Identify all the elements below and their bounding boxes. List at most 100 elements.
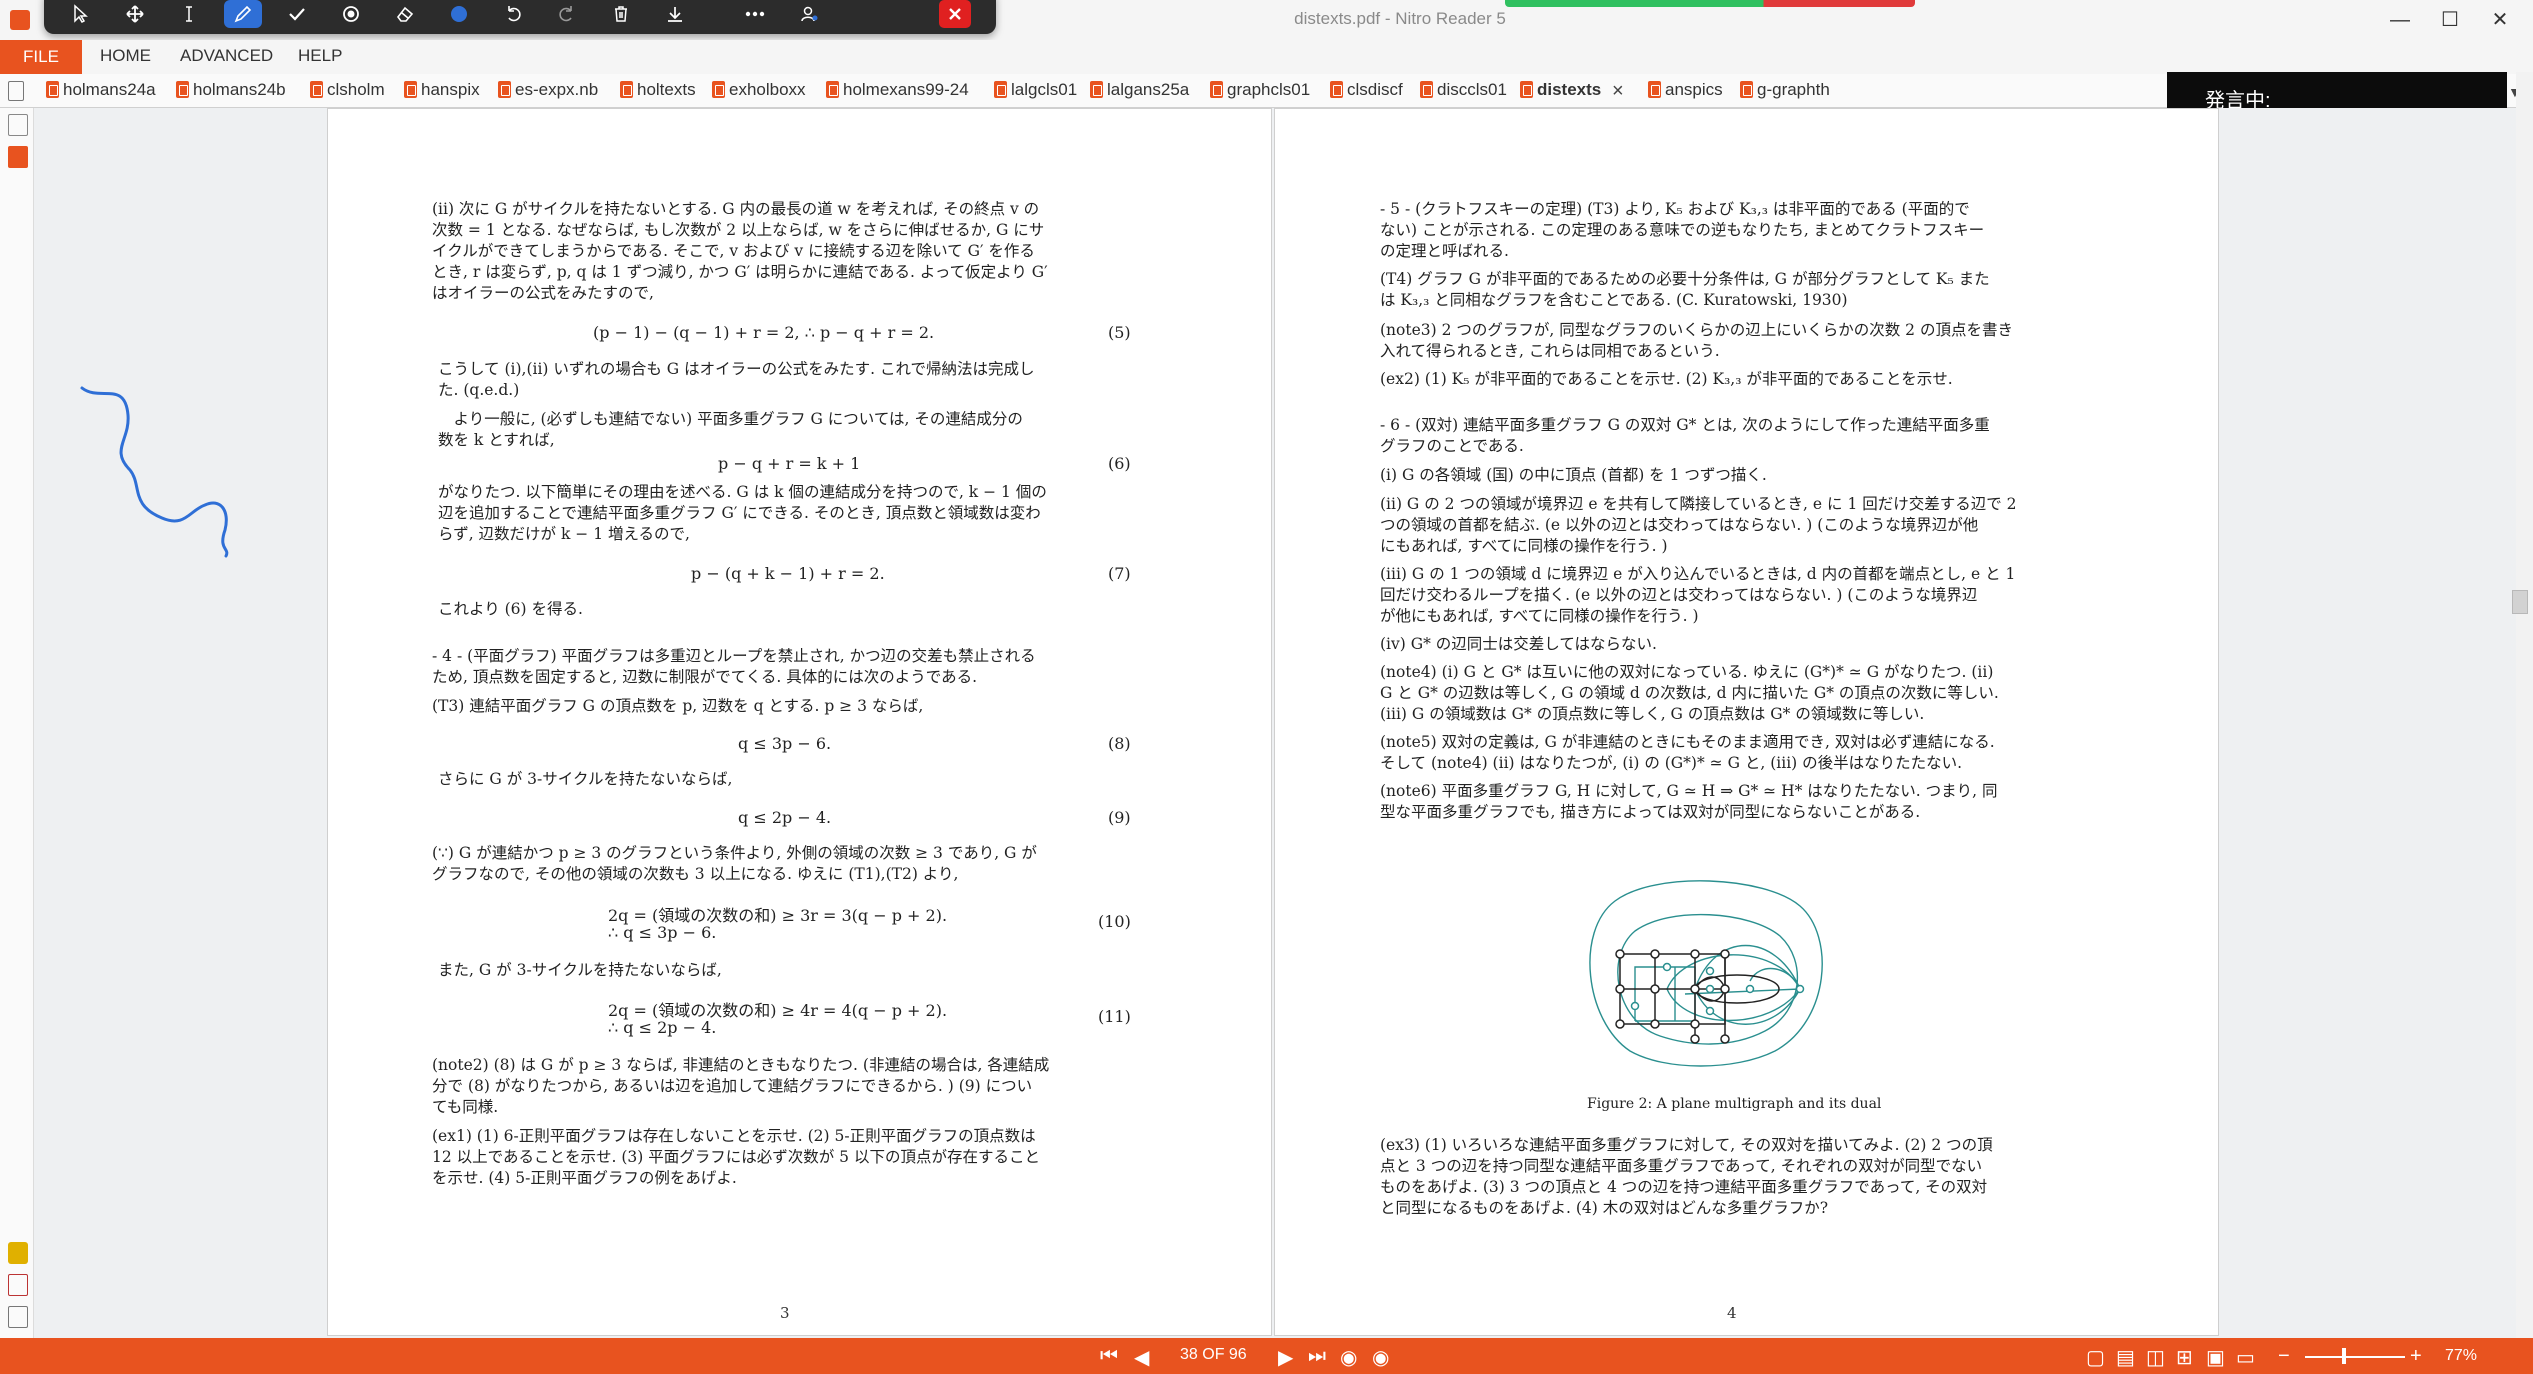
doc-tab-active[interactable]: distexts <box>1520 80 1601 104</box>
text-line: (iii) G の 1 つの領域 d に境界辺 e が入り込んでいるときは, d… <box>1380 565 2016 583</box>
text-line: 分で (8) がなりたつから, あるいは辺を追加して連結グラフにできるから. )… <box>432 1077 1033 1095</box>
exercise-3: (ex3) (1) いろいろな連結平面多重グラフに対して, その双対を描いてみよ… <box>1380 1135 2120 1219</box>
para-also: また, G が 3-サイクルを持たないならば, <box>438 961 722 979</box>
vertical-scrollbar[interactable] <box>2516 72 2533 1338</box>
undo-icon[interactable] <box>494 0 532 28</box>
tts-status-bar <box>1505 0 1915 7</box>
text-line: 入れて得られるとき, これらは同相であるという. <box>1380 342 1720 360</box>
nitro-logo-icon[interactable] <box>10 10 30 30</box>
exercise-2: (ex2) (1) K₅ が非平面的であることを示せ. (2) K₃,₃ が非平… <box>1380 370 1953 388</box>
zoom-in-icon[interactable]: + <box>2410 1345 2422 1368</box>
window-title: distexts.pdf - Nitro Reader 5 <box>1294 9 1506 28</box>
delete-icon[interactable] <box>602 0 640 28</box>
color-dot-icon[interactable] <box>440 0 478 28</box>
previous-page-icon[interactable]: ◀ <box>1134 1345 1149 1370</box>
text-line: とき, r は変らず, p, q は 1 ずつ減り, かつ G′ は明らかに連結… <box>432 263 1048 281</box>
text-line: (ex1) (1) 6-正則平面グラフは存在しないことを示せ. (2) 5-正則… <box>432 1127 1036 1145</box>
equation-11-therefore: ∴ q ≤ 2p − 4. <box>608 1018 717 1037</box>
doc-tab[interactable]: es-expx.nb <box>498 80 598 104</box>
zoom-slider-thumb[interactable] <box>2342 1348 2346 1364</box>
zoom-out-icon[interactable]: − <box>2278 1345 2290 1368</box>
more-icon[interactable] <box>736 0 774 28</box>
doc-tab[interactable]: holmans24a <box>46 80 156 104</box>
text-cursor-icon[interactable] <box>170 0 208 28</box>
next-page-icon[interactable]: ▶ <box>1278 1345 1293 1370</box>
pdf-icon <box>1520 81 1533 98</box>
pages-icon[interactable] <box>8 146 28 168</box>
pan-icon[interactable] <box>116 0 154 28</box>
doc-tab[interactable]: disccls01 <box>1420 80 1507 104</box>
text-line: 回だけ交わるループを描く. (e 以外の辺とは交わってはならない. ) (このよ… <box>1380 586 1978 604</box>
doc-tab[interactable]: lalgcls01 <box>994 80 1077 104</box>
page-indicator[interactable]: 38 OF 96 <box>1180 1346 1247 1364</box>
eraser-icon[interactable] <box>386 0 424 28</box>
pdf-icon <box>1420 81 1433 98</box>
output-icon[interactable] <box>8 1306 28 1328</box>
text-line: 辺を追加することで連結平面多重グラフ G′ にできる. そのとき, 頂点数と領域… <box>438 504 1041 522</box>
bookmarks-icon[interactable] <box>8 114 28 136</box>
fit-page-icon[interactable]: ▣ <box>2206 1345 2225 1370</box>
go-back-icon[interactable]: ◉ <box>1340 1345 1357 1370</box>
page-thumbnail-icon[interactable] <box>8 81 24 101</box>
doc-tab[interactable]: clsholm <box>310 80 385 104</box>
comments-icon[interactable] <box>8 1242 28 1264</box>
download-icon[interactable] <box>656 0 694 28</box>
account-icon[interactable] <box>790 0 828 28</box>
doc-tab[interactable]: g-graphth <box>1740 80 1830 104</box>
facing-view-icon[interactable]: ◫ <box>2146 1345 2165 1370</box>
text-line: ても同様. <box>432 1098 499 1116</box>
doc-tab[interactable]: lalgans25a <box>1090 80 1189 104</box>
text-line: 型な平面多重グラフでも, 描き方によっては双対が同型にならないことがある. <box>1380 803 1921 821</box>
doc-tab[interactable]: hanspix <box>404 80 480 104</box>
doc-tab-label: holmans24a <box>63 80 156 99</box>
tab-help[interactable]: HELP <box>298 46 342 66</box>
pen-annotation-stroke[interactable] <box>70 380 250 570</box>
text-line: 次数 = 1 となる. なぜならば, もし次数が 2 以上ならば, w をさらに… <box>432 221 1045 239</box>
figure-caption: Figure 2: A plane multigraph and its dua… <box>1587 1096 1882 1112</box>
doc-tab[interactable]: clsdiscf <box>1330 80 1403 104</box>
doc-tab[interactable]: exholboxx <box>712 80 806 104</box>
page-number: 4 <box>1727 1304 1737 1322</box>
para-qed: こうして (i),(ii) いずれの場合も G はオイラーの公式をみたす. これ… <box>438 359 1168 401</box>
equation-number: (11) <box>1098 1007 1131 1026</box>
maximize-button[interactable]: ☐ <box>2430 4 2470 36</box>
last-page-icon[interactable]: ⏭ <box>1308 1345 1326 1368</box>
zoom-level[interactable]: 77% <box>2445 1347 2477 1365</box>
stamp-icon[interactable] <box>332 0 370 28</box>
doc-tab[interactable]: holmexans99-24 <box>826 80 969 104</box>
scrollbar-thumb[interactable] <box>2512 590 2528 614</box>
close-icon[interactable] <box>939 0 971 28</box>
text-line: (note3) 2 つのグラフが, 同型なグラフのいくらかの辺上にいくらかの次数… <box>1380 321 2013 339</box>
doc-tab[interactable]: anspics <box>1648 80 1723 104</box>
pdf-icon <box>498 81 511 98</box>
pen-icon[interactable] <box>224 0 262 28</box>
doc-tab-label: holtexts <box>637 80 696 99</box>
tab-file[interactable]: FILE <box>0 40 82 74</box>
first-page-icon[interactable]: ⏮ <box>1100 1345 1118 1368</box>
text-line: ものをあげよ. (3) 3 つの頂点と 4 つの辺を持つ連結平面多重グラフであっ… <box>1380 1178 1988 1196</box>
attachments-icon[interactable] <box>8 1274 28 1296</box>
go-forward-icon[interactable]: ◉ <box>1372 1345 1389 1370</box>
select-arrow-icon[interactable] <box>62 0 100 28</box>
tab-home[interactable]: HOME <box>100 46 151 66</box>
redo-icon[interactable] <box>548 0 586 28</box>
doc-tab-label: distexts <box>1537 80 1602 99</box>
continuous-view-icon[interactable]: ▤ <box>2116 1345 2135 1370</box>
facing-continuous-view-icon[interactable]: ⊞ <box>2176 1345 2193 1370</box>
doc-tab[interactable]: graphcls01 <box>1210 80 1310 104</box>
single-page-view-icon[interactable]: ▢ <box>2086 1345 2105 1370</box>
close-tab-icon[interactable]: × <box>1612 80 1624 103</box>
zoom-slider[interactable] <box>2305 1356 2405 1358</box>
doc-tab[interactable]: holmans24b <box>176 80 286 104</box>
fit-width-icon[interactable]: ▭ <box>2236 1345 2255 1370</box>
section-5: - 5 - (クラトフスキーの定理) (T3) より, K₅ および K₃,₃ … <box>1380 199 2120 262</box>
tab-advanced[interactable]: ADVANCED <box>180 46 273 66</box>
doc-tab-label: es-expx.nb <box>515 80 599 99</box>
minimize-button[interactable]: — <box>2380 4 2420 36</box>
text-line: と同型になるものをあげよ. (4) 木の双対はどんな多重グラフか? <box>1380 1199 1829 1217</box>
checkmark-icon[interactable] <box>278 0 316 28</box>
equation-number: (6) <box>1108 454 1131 473</box>
close-window-button[interactable]: ✕ <box>2480 4 2520 36</box>
text-line: (note5) 双対の定義は, G が非連結のときにもそのまま適用でき, 双対は… <box>1380 733 1995 751</box>
doc-tab[interactable]: holtexts <box>620 80 696 104</box>
